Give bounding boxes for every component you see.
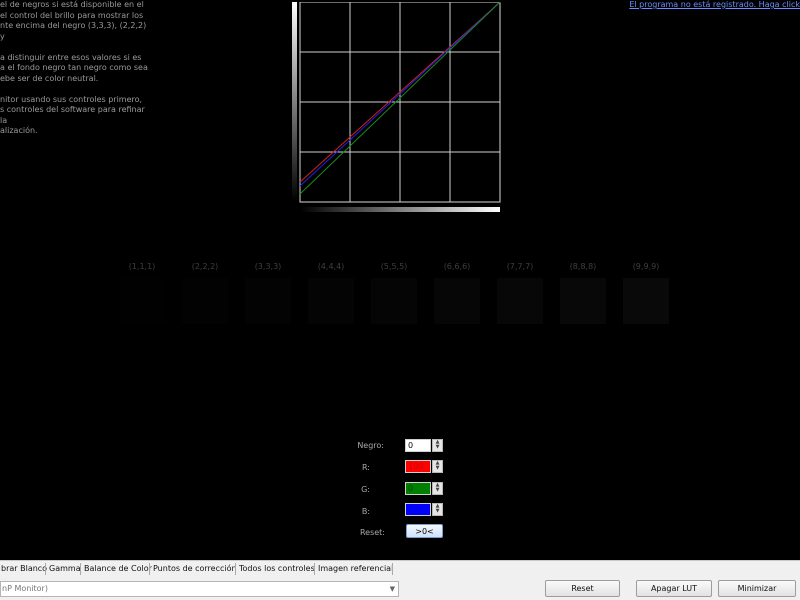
tab-imagen-referencial[interactable]: Imagen referencial <box>318 564 393 573</box>
tab-divider <box>45 563 46 575</box>
black-level-swatch <box>182 278 228 324</box>
monitor-select-value: nP Monitor) <box>2 584 48 593</box>
minimize-button[interactable]: Minimizar <box>718 580 796 597</box>
black-level-swatch <box>434 278 480 324</box>
black-level-swatch <box>245 278 291 324</box>
tab-calibrar-blanco[interactable]: brar Blanco <box>1 564 47 573</box>
tab-divider <box>80 563 81 575</box>
black-level-swatch <box>371 278 417 324</box>
chevron-down-icon[interactable]: ▼ <box>390 582 395 596</box>
tab-balance-de-color[interactable]: Balance de Color <box>84 564 152 573</box>
swatch-label: (3,3,3) <box>254 262 282 271</box>
reset-label: Reset: <box>359 528 385 537</box>
spin-down-icon[interactable]: ▼ <box>433 509 442 514</box>
unregistered-link[interactable]: El programa no está registrado. Haga cli… <box>629 0 800 9</box>
negro-label: Negro: <box>357 441 384 450</box>
horizontal-gradient-bar <box>300 207 500 212</box>
tab-todos-los-controles[interactable]: Todos los controles <box>239 564 315 573</box>
curve-chart <box>292 2 502 214</box>
curve-chart-svg <box>292 2 501 212</box>
black-level-swatch <box>119 278 165 324</box>
bottom-bar: nP Monitor) ▼ Reset Apagar LUT Minimizar <box>0 577 800 600</box>
swatch-label: (5,5,5) <box>380 262 408 271</box>
tab-divider <box>314 563 315 575</box>
vertical-gradient-bar <box>292 2 297 202</box>
tab-divider <box>235 563 236 575</box>
reset-zero-button[interactable]: >0< <box>406 524 443 538</box>
r-label: R: <box>361 463 370 472</box>
r-input[interactable]: 100 <box>405 460 431 473</box>
black-level-swatch <box>308 278 354 324</box>
b-spinner[interactable]: ▲ ▼ <box>432 503 443 516</box>
negro-spinner[interactable]: ▲ ▼ <box>432 439 443 452</box>
grid <box>300 2 500 202</box>
apagar-lut-button[interactable]: Apagar LUT <box>636 580 712 597</box>
tab-puntos-de-correccion[interactable]: Puntos de corrección <box>153 564 237 573</box>
swatch-label: (4,4,4) <box>317 262 345 271</box>
tab-bar: brar Blanco Gamma Balance de Color Punto… <box>0 560 800 577</box>
spin-down-icon[interactable]: ▼ <box>433 466 442 471</box>
g-label: G: <box>361 485 370 494</box>
reset-button[interactable]: Reset <box>545 580 620 597</box>
b-label: B: <box>361 507 370 516</box>
r-spinner[interactable]: ▲ ▼ <box>432 460 443 473</box>
tab-gamma[interactable]: Gamma <box>49 564 81 573</box>
swatch-label: (6,6,6) <box>443 262 471 271</box>
black-level-swatch <box>497 278 543 324</box>
negro-input[interactable]: 0 <box>405 439 431 452</box>
g-input[interactable]: 0 <box>405 482 431 495</box>
g-spinner[interactable]: ▲ ▼ <box>432 482 443 495</box>
black-level-swatch <box>560 278 606 324</box>
monitor-select[interactable]: nP Monitor) ▼ <box>0 581 399 597</box>
swatch-label: (1,1,1) <box>128 262 156 271</box>
tab-divider <box>392 563 393 575</box>
swatch-label: (9,9,9) <box>632 262 660 271</box>
spin-down-icon[interactable]: ▼ <box>433 488 442 493</box>
b-input[interactable] <box>405 503 431 516</box>
black-level-swatch <box>623 278 669 324</box>
swatch-label: (2,2,2) <box>191 262 219 271</box>
swatch-label: (7,7,7) <box>506 262 534 271</box>
tab-divider <box>149 563 150 575</box>
swatch-label: (8,8,8) <box>569 262 597 271</box>
help-text: el de negros si está disponible en el el… <box>0 0 148 135</box>
spin-down-icon[interactable]: ▼ <box>433 445 442 450</box>
